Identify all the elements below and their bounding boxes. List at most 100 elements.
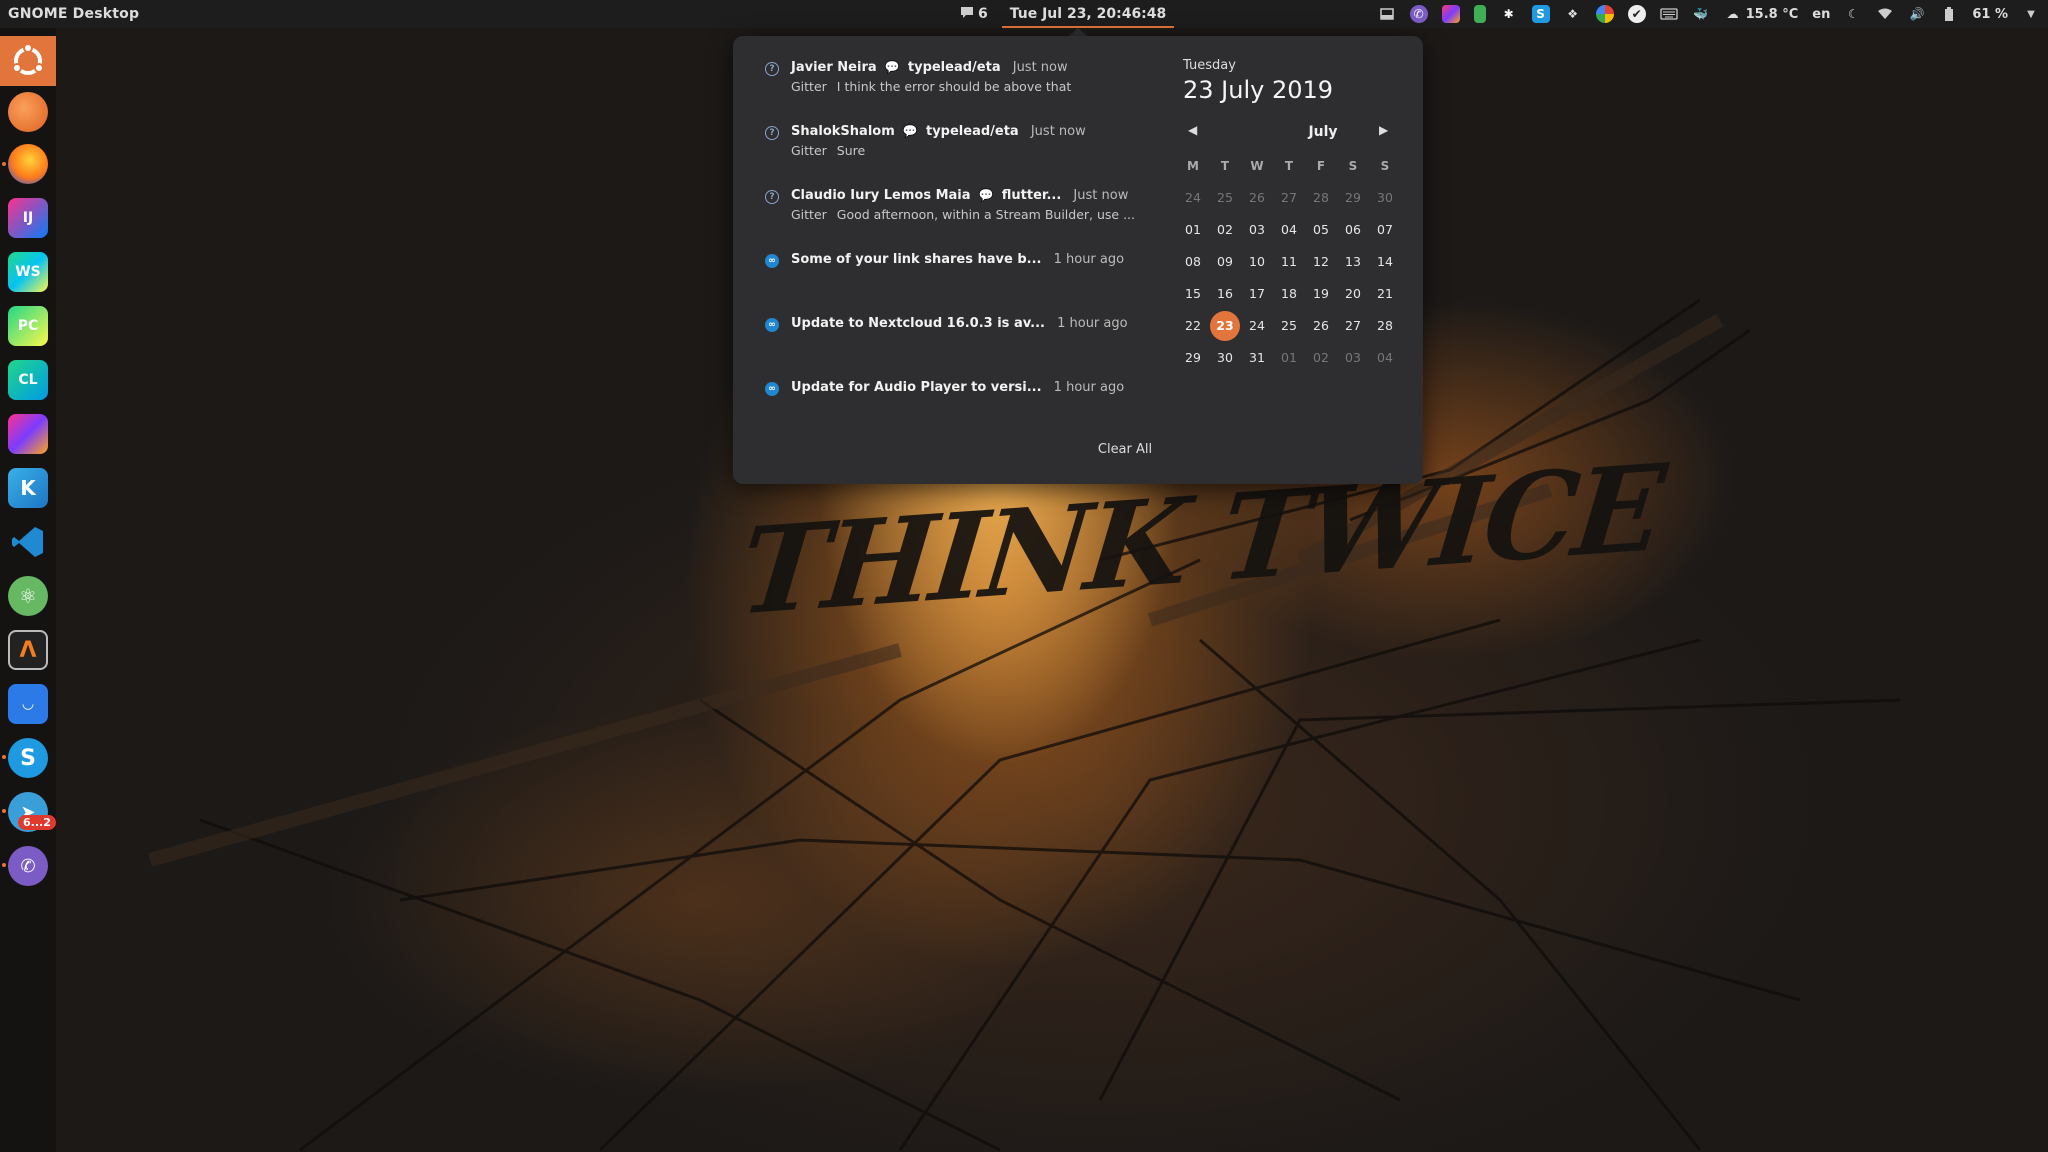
notification-count: 6 [978,6,988,22]
notification-room: typelead/eta [907,60,1001,75]
calendar-day[interactable]: 24 [1178,183,1208,213]
calendar-day[interactable]: 06 [1338,215,1368,245]
calendar-day[interactable]: 02 [1306,343,1336,373]
calendar-day[interactable]: 10 [1242,247,1272,277]
notification-body: Sure [836,143,866,158]
calendar-day-header: S [1348,159,1358,173]
skype-icon[interactable]: S [1531,5,1550,23]
check-icon[interactable]: ✔ [1627,5,1646,23]
notification-time: 1 hour ago [1053,252,1125,267]
calendar-day[interactable]: 29 [1338,183,1368,213]
ubuntu-software-icon[interactable] [8,92,48,132]
volume-icon[interactable]: 🔊 [1908,5,1926,23]
calendar-day[interactable]: 28 [1370,311,1400,341]
battery-icon[interactable] [1940,5,1958,23]
notification-title: Update to Nextcloud 16.0.3 is av... [791,316,1045,331]
calendar-day[interactable]: 19 [1306,279,1336,309]
next-month-icon[interactable]: ▶ [1379,123,1388,137]
calendar-day[interactable]: 25 [1274,311,1304,341]
weather-indicator[interactable]: ☁ 15.8 °C [1724,5,1799,23]
vscode-icon[interactable] [8,522,48,562]
notification-indicator[interactable]: 6 [960,6,988,23]
calendar-day[interactable]: 30 [1210,343,1240,373]
google-icon[interactable] [1595,5,1614,23]
calendar-day[interactable]: 27 [1338,311,1368,341]
jetbrains-toolbox-icon[interactable] [1441,5,1460,23]
jetbrains-toolbox-icon[interactable] [8,414,48,454]
calendar-day[interactable]: 15 [1178,279,1208,309]
calendar-day[interactable]: 22 [1178,311,1208,341]
chat-bubble-icon: 💬 [902,124,918,138]
calendar-day[interactable]: 17 [1242,279,1272,309]
arduino-icon[interactable]: Λ [8,630,48,670]
calendar-day[interactable]: 11 [1274,247,1304,277]
clock[interactable]: Tue Jul 23, 20:46:48 [1001,0,1175,28]
calendar-day[interactable]: 07 [1370,215,1400,245]
notification-time: Just now [1030,124,1086,139]
calendar-day[interactable]: 29 [1178,343,1208,373]
clear-all-button[interactable]: Clear All [1075,442,1175,457]
firefox-icon[interactable] [8,144,48,184]
phone-icon[interactable] [1473,5,1486,23]
docker-icon[interactable]: 🐳 [1692,5,1710,23]
top-bar: GNOME Desktop 6 Tue Jul 23, 20:46:48 ✆ ✱… [0,0,2048,28]
calendar-day[interactable]: 16 [1210,279,1240,309]
calendar-today[interactable]: 23 [1210,311,1240,341]
calendar-day[interactable]: 13 [1338,247,1368,277]
calendar-day[interactable]: 04 [1370,343,1400,373]
calendar-day[interactable]: 21 [1370,279,1400,309]
calendar-weekday: Tuesday [1183,58,1236,73]
calendar-day[interactable]: 31 [1242,343,1272,373]
calendar-day[interactable]: 01 [1178,215,1208,245]
activities-label[interactable]: GNOME Desktop [0,6,139,22]
calendar-day[interactable]: 27 [1274,183,1304,213]
dropbox-icon[interactable]: ❖ [1564,5,1582,23]
keyboard-icon[interactable] [1659,5,1678,23]
notification-title: Claudio Iury Lemos Maia [791,188,971,203]
atom-icon[interactable]: ⚛ [8,576,48,616]
telegram-badge: 6...2 [18,815,56,830]
app-store-icon[interactable]: ◡ [8,684,48,724]
date-menu[interactable]: 6 Tue Jul 23, 20:46:48 [960,0,1175,28]
viber-icon[interactable]: ✆ [1409,5,1428,23]
calendar-day[interactable]: 14 [1370,247,1400,277]
calendar-day-header: W [1250,159,1264,173]
screen-icon[interactable] [1378,5,1396,23]
calendar-date[interactable]: 23 July 2019 [1183,76,1333,104]
calendar-day[interactable]: 03 [1242,215,1272,245]
calendar-day-header: M [1187,159,1199,173]
slack-icon[interactable]: ✱ [1500,5,1518,23]
calendar-day[interactable]: 30 [1370,183,1400,213]
calendar-day[interactable]: 12 [1306,247,1336,277]
intellij-idea-icon[interactable]: IJ [8,198,48,238]
calendar-day[interactable]: 09 [1210,247,1240,277]
calendar-day[interactable]: 02 [1210,215,1240,245]
keyboard-layout[interactable]: en [1812,7,1830,22]
viber-icon[interactable]: ✆ [8,846,48,886]
calendar-day[interactable]: 01 [1274,343,1304,373]
pycharm-icon[interactable]: PC [8,306,48,346]
calendar-day[interactable]: 05 [1306,215,1336,245]
calendar-day[interactable]: 26 [1306,311,1336,341]
webstorm-icon[interactable]: WS [8,252,48,292]
nextcloud-icon: ∞ [765,318,779,332]
calendar-day-header: S [1380,159,1390,173]
calendar-day[interactable]: 25 [1210,183,1240,213]
previous-month-icon[interactable]: ◀ [1188,123,1197,137]
weather-icon: ☁ [1726,7,1739,21]
calendar-day[interactable]: 20 [1338,279,1368,309]
calendar-day[interactable]: 26 [1242,183,1272,213]
calendar-day[interactable]: 03 [1338,343,1368,373]
calendar-day[interactable]: 24 [1242,311,1272,341]
menu-arrow-icon[interactable]: ▼ [2022,5,2040,23]
clion-icon[interactable]: CL [8,360,48,400]
ubuntu-icon[interactable] [0,36,56,86]
kotlin-icon[interactable]: K [8,468,48,508]
calendar-day[interactable]: 28 [1306,183,1336,213]
skype-icon[interactable]: S [8,738,48,778]
calendar-day[interactable]: 04 [1274,215,1304,245]
calendar-day[interactable]: 08 [1178,247,1208,277]
notification-title: Update for Audio Player to versi... [791,380,1042,395]
calendar-day[interactable]: 18 [1274,279,1304,309]
wifi-icon[interactable] [1876,5,1894,23]
